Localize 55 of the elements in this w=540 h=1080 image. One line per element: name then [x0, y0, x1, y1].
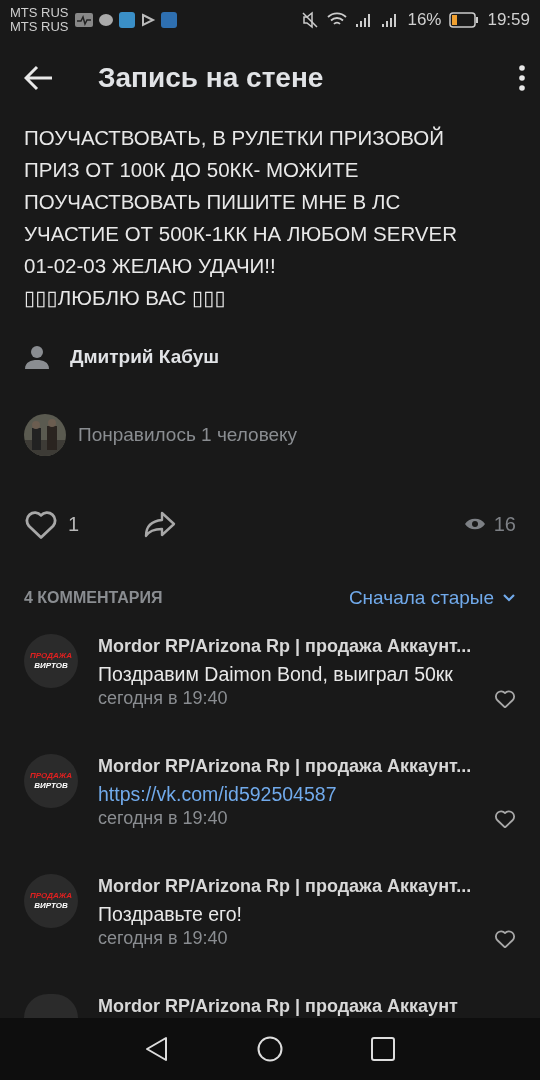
clock: 19:59 [487, 10, 530, 30]
chat-icon [98, 14, 113, 26]
more-button[interactable] [518, 65, 526, 91]
comments-count: 4 КОММЕНТАРИЯ [24, 589, 163, 607]
chevron-down-icon [502, 593, 516, 603]
comment-author[interactable]: Mordor RP/Arizona Rp | продажа Аккаунт [98, 992, 516, 1020]
post-text-line: ПОУЧАСТВОВАТЬ, В РУЛЕТКИ ПРИЗОВОЙ [24, 125, 446, 151]
like-button[interactable] [494, 688, 516, 709]
battery-percent: 16% [407, 10, 442, 30]
like-button[interactable] [24, 508, 58, 540]
avatar[interactable]: ПРОДАЖА ВИРТОВ [24, 634, 78, 688]
back-nav-button[interactable] [145, 1036, 169, 1062]
avatar-text: ПРОДАЖА [30, 771, 72, 781]
battery-icon [449, 12, 480, 28]
avatar-text: ПРОДАЖА [30, 651, 72, 661]
like-button[interactable] [494, 928, 516, 949]
share-icon[interactable] [143, 510, 178, 538]
comment-time: сегодня в 19:40 [98, 808, 228, 829]
post-author[interactable]: Дмитрий Кабуш [70, 346, 220, 368]
comment-text: Поздравьте его! [98, 902, 243, 927]
view-count: 16 [493, 512, 516, 536]
post-text-line: УЧАСТИЕ ОТ 500К-1КК НА ЛЮБОМ SERVER [24, 221, 458, 247]
comment-author[interactable]: Mordor RP/Arizona Rp | продажа Аккаунт... [98, 872, 516, 900]
activity-icon [74, 13, 93, 27]
liked-by-text[interactable]: Понравилось 1 человеку [78, 424, 298, 446]
carrier-name: MTS RUS [10, 20, 69, 34]
play-icon [141, 13, 155, 27]
post-text-line: ПРИЗ ОТ 100К ДО 50КК- МОЖИТЕ [24, 157, 360, 183]
comment-author[interactable]: Mordor RP/Arizona Rp | продажа Аккаунт... [98, 632, 516, 660]
post-text-line: ПОУЧАСТВОВАТЬ ПИШИТЕ МНЕ В ЛС [24, 189, 402, 215]
avatar[interactable]: ПРОДАЖА ВИРТОВ [24, 874, 78, 928]
back-button[interactable] [24, 65, 54, 91]
post-text-line: ▯▯▯ЛЮБЛЮ ВАС ▯▯▯ [24, 285, 227, 311]
avatar-text: ВИРТОВ [34, 781, 68, 791]
avatar-text: ВИРТОВ [34, 901, 68, 911]
home-nav-button[interactable] [257, 1036, 283, 1062]
page-title: Запись на стене [98, 62, 325, 94]
like-count: 1 [68, 512, 80, 536]
app-icon [160, 12, 177, 28]
sort-dropdown[interactable]: Сначала старые [348, 587, 516, 609]
comment-link[interactable]: https://vk.com/id592504587 [98, 780, 516, 808]
avatar[interactable]: ПРОДАЖА ВИРТОВ [24, 754, 78, 808]
post-text-line: 01-02-03 ЖЕЛАЮ УДАЧИ!! [24, 253, 277, 279]
recents-nav-button[interactable] [371, 1037, 395, 1061]
comment-author[interactable]: Mordor RP/Arizona Rp | продажа Аккаунт... [98, 752, 516, 780]
comment-time: сегодня в 19:40 [98, 928, 228, 949]
carrier-name: MTS RUS [10, 6, 69, 20]
person-icon [24, 344, 50, 370]
comment-text: Поздравим Daimon Bond, выиграл 50кк [98, 662, 454, 687]
avatar-text: ПРОДАЖА [30, 891, 72, 901]
like-button[interactable] [494, 808, 516, 829]
eye-icon [463, 516, 486, 532]
muted-icon [301, 11, 320, 29]
avatar-text: ВИРТОВ [34, 661, 68, 671]
comment-time: сегодня в 19:40 [98, 688, 228, 709]
